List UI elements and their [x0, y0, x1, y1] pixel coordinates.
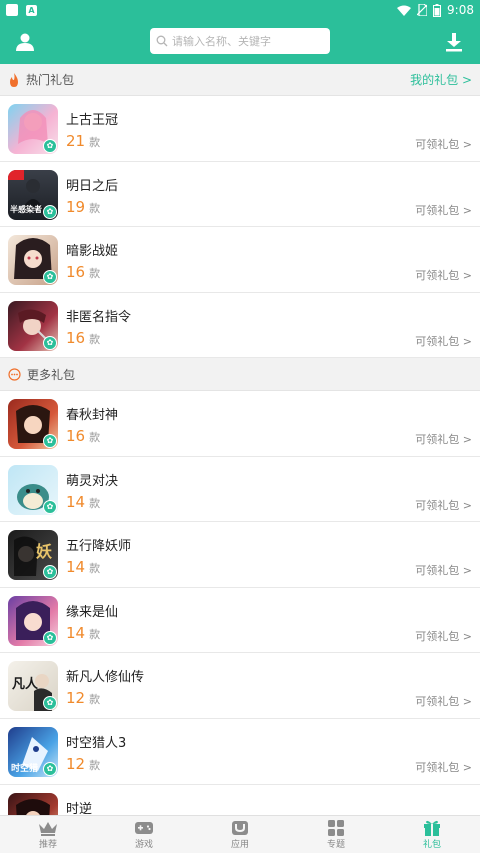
claim-link[interactable]: 可领礼包 >: [415, 497, 472, 513]
more-gifts-title: 更多礼包: [27, 368, 76, 382]
gift-count: 12 款: [66, 754, 101, 773]
user-icon[interactable]: [15, 32, 35, 52]
claim-link[interactable]: 可领礼包 >: [415, 431, 472, 447]
thumb-caption: 半感染者: [10, 204, 42, 214]
game-name: 春秋封神: [66, 408, 119, 423]
game-name: 暗影战姬: [66, 244, 119, 260]
game-name: 时空猎人3: [66, 735, 127, 751]
list-item[interactable]: 妖 ✿ 五行降妖师 14 款 可领礼包 >: [0, 522, 480, 588]
wifi-icon: [397, 5, 412, 16]
fire-icon: [8, 72, 20, 87]
app-icon: [232, 820, 248, 835]
list-item[interactable]: ✿ 春秋封神 16 款 可领礼包 >: [0, 391, 480, 457]
gift-count: 16 款: [66, 328, 101, 347]
game-icon: ✿: [8, 464, 58, 515]
clock: 9:08: [447, 3, 474, 17]
gift-badge-icon: ✿: [43, 434, 57, 448]
gift-icon: [424, 820, 440, 836]
battery-icon: [433, 3, 442, 17]
my-gifts-link[interactable]: 我的礼包 >: [410, 71, 472, 88]
more-dots-icon: [8, 368, 21, 381]
list-item[interactable]: ✿ 缘来是仙 14 款 可领礼包 >: [0, 588, 480, 654]
tab-games[interactable]: 游戏: [96, 816, 192, 853]
claim-link[interactable]: 可领礼包 >: [415, 693, 472, 709]
game-name: 缘来是仙: [66, 604, 119, 620]
claim-link[interactable]: 可领礼包 >: [415, 333, 472, 349]
claim-link[interactable]: 可领礼包 >: [415, 628, 472, 644]
claim-link[interactable]: 可领礼包 >: [415, 267, 472, 283]
gift-count: 14 款: [66, 558, 101, 577]
claim-link[interactable]: 可领礼包 >: [415, 202, 472, 218]
game-name: 萌灵对决: [66, 473, 119, 489]
search-icon: [156, 35, 168, 47]
more-gifts-header: 更多礼包: [0, 359, 480, 391]
hot-gift-list: ✿ 上古王冠 21 款 可领礼包 > 半感染者 ✿ 明日之后 19 款 可领礼包 >…: [0, 96, 480, 359]
game-icon: 凡人 ✿: [8, 661, 58, 712]
notification-icon: [6, 4, 18, 16]
game-icon: 妖 ✿: [8, 530, 58, 581]
gift-badge-icon: ✿: [43, 630, 57, 645]
list-item[interactable]: ✿ 非匿名指令 16 款 可领礼包 >: [0, 293, 480, 359]
game-icon: ✿: [8, 235, 58, 286]
gift-badge-icon: ✿: [43, 499, 57, 514]
gift-count: 16 款: [66, 427, 101, 445]
game-icon: ✿: [8, 300, 58, 351]
game-icon: 时空猎 ✿: [8, 726, 58, 777]
game-icon: ✿: [8, 399, 58, 449]
tab-apps[interactable]: 应用: [192, 816, 288, 853]
thumb-caption: 妖: [36, 542, 53, 562]
game-name: 非匿名指令: [66, 309, 132, 325]
list-item[interactable]: ✿ 暗影战姬 16 款 可领礼包 >: [0, 227, 480, 293]
game-icon: ✿: [8, 104, 58, 154]
hot-gifts-title: 热门礼包: [26, 73, 75, 87]
bottom-tab-bar: 推荐 游戏 应用 专题 礼包: [0, 815, 480, 853]
gift-badge-icon: ✿: [43, 335, 57, 350]
thumb-caption: 凡人: [12, 677, 39, 693]
gift-count: 14 款: [66, 492, 101, 511]
game-name: 新凡人修仙传: [66, 670, 145, 686]
grid-icon: [328, 819, 344, 836]
claim-link[interactable]: 可领礼包 >: [415, 136, 472, 152]
search-input[interactable]: 请输入名称、关键字: [150, 28, 330, 54]
thumb-caption: 时空猎: [11, 763, 39, 774]
gift-count: 12 款: [66, 689, 101, 708]
game-icon: ✿: [8, 595, 58, 646]
gift-count: 16 款: [66, 263, 101, 282]
gift-badge-icon: ✿: [43, 139, 57, 153]
list-item[interactable]: 半感染者 ✿ 明日之后 19 款 可领礼包 >: [0, 162, 480, 228]
list-item[interactable]: 时空猎 ✿ 时空猎人3 12 款 可领礼包 >: [0, 719, 480, 785]
hot-gifts-header: 热门礼包 我的礼包 >: [0, 64, 480, 96]
gift-badge-icon: ✿: [43, 204, 57, 219]
tab-gifts[interactable]: 礼包: [384, 816, 480, 853]
tab-topics[interactable]: 专题: [288, 816, 384, 853]
app-notification-icon: A: [26, 4, 37, 16]
status-bar: A 9:08: [0, 0, 480, 20]
gift-count: 14 款: [66, 623, 101, 642]
game-name: 明日之后: [66, 178, 119, 194]
download-icon[interactable]: [444, 32, 464, 52]
tab-recommend[interactable]: 推荐: [0, 816, 96, 853]
gift-count: 21 款: [66, 132, 101, 150]
claim-link[interactable]: 可领礼包 >: [415, 562, 472, 578]
list-item[interactable]: ✿ 上古王冠 21 款 可领礼包 >: [0, 96, 480, 162]
claim-link[interactable]: 可领礼包 >: [415, 759, 472, 775]
more-gift-list: ✿ 春秋封神 16 款 可领礼包 > ✿ 萌灵对决 14 款 可领礼包 > 妖 ✿ …: [0, 391, 480, 851]
no-sim-icon: [417, 4, 428, 16]
game-name: 时逆: [66, 801, 93, 817]
list-item[interactable]: ✿ 萌灵对决 14 款 可领礼包 >: [0, 457, 480, 523]
game-name: 上古王冠: [66, 113, 119, 128]
game-icon: 半感染者 ✿: [8, 169, 58, 220]
list-item[interactable]: 凡人 ✿ 新凡人修仙传 12 款 可领礼包 >: [0, 653, 480, 719]
gift-count: 19 款: [66, 197, 101, 216]
crown-icon: [39, 821, 57, 836]
gift-badge-icon: ✿: [43, 761, 57, 776]
search-placeholder: 请输入名称、关键字: [172, 35, 271, 48]
gamepad-icon: [135, 821, 153, 834]
top-bar: 请输入名称、关键字: [0, 20, 480, 64]
game-name: 五行降妖师: [66, 539, 132, 555]
